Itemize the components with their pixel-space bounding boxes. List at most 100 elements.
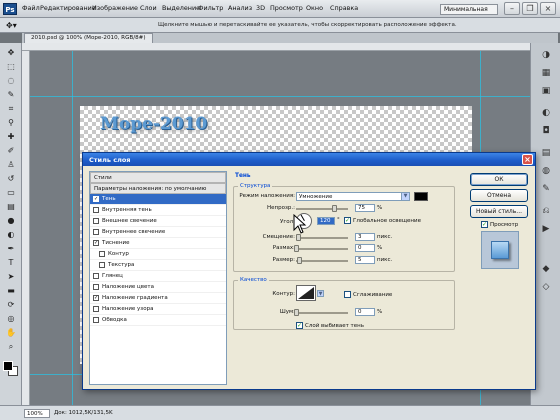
minimize-icon[interactable]: –	[504, 2, 520, 15]
shadow-color-swatch[interactable]	[414, 192, 428, 201]
history-panel-icon[interactable]: ⎌	[538, 205, 554, 218]
opacity-input[interactable]: 75	[355, 204, 375, 212]
offset-slider[interactable]	[296, 237, 348, 239]
style-checkbox[interactable]	[93, 317, 99, 323]
restore-icon[interactable]: ❐	[522, 2, 538, 15]
style-item[interactable]: Наложение узора	[90, 304, 226, 315]
angle-input[interactable]: 120	[317, 217, 335, 225]
lasso-tool-icon[interactable]: ◌	[4, 75, 18, 87]
actions-panel-icon[interactable]: ▶	[538, 223, 554, 236]
zoom-level-field[interactable]: 100%	[24, 409, 50, 418]
styles-header[interactable]: Стили	[90, 172, 226, 183]
style-item[interactable]: Обводка	[90, 315, 226, 326]
marquee-tool-icon[interactable]: ⬚	[4, 61, 18, 73]
menu-file[interactable]: Файл	[22, 4, 40, 12]
size-slider-thumb[interactable]	[297, 257, 302, 264]
style-checkbox[interactable]	[99, 262, 105, 268]
style-checkbox[interactable]	[93, 273, 99, 279]
style-item[interactable]: Внутреннее свечение	[90, 227, 226, 238]
menu-image[interactable]: Изображение	[92, 4, 138, 12]
style-checkbox[interactable]: ✓	[93, 295, 99, 301]
style-checkbox[interactable]	[93, 284, 99, 290]
style-checkbox[interactable]	[93, 207, 99, 213]
noise-slider[interactable]	[296, 312, 348, 314]
style-checkbox[interactable]	[99, 251, 105, 257]
channels-panel-icon[interactable]: ◍	[538, 165, 554, 178]
size-input[interactable]: 5	[355, 256, 375, 264]
workspace-switcher[interactable]: Минимальная	[440, 4, 498, 15]
ok-button[interactable]: ОК	[470, 173, 528, 186]
crop-tool-icon[interactable]: ⌗	[4, 103, 18, 115]
blending-options-item[interactable]: Параметры наложения: по умолчанию	[90, 183, 226, 194]
style-checkbox[interactable]	[93, 218, 99, 224]
style-item[interactable]: Наложение цвета	[90, 282, 226, 293]
healing-brush-tool-icon[interactable]: ✚	[4, 131, 18, 143]
menu-select[interactable]: Выделение	[162, 4, 200, 12]
brush-tool-icon[interactable]: ✐	[4, 145, 18, 157]
swatches-panel-icon[interactable]: ▦	[538, 67, 554, 80]
menu-layers[interactable]: Слои	[140, 4, 157, 12]
menu-3d[interactable]: 3D	[256, 4, 265, 12]
navigator-panel-icon[interactable]: ◇	[538, 281, 554, 294]
spread-slider-thumb[interactable]	[294, 245, 299, 252]
zoom-tool-icon[interactable]: ⌕	[4, 341, 18, 353]
noise-input[interactable]: 0	[355, 308, 375, 316]
dialog-close-icon[interactable]: ×	[522, 154, 533, 165]
offset-slider-thumb[interactable]	[296, 234, 301, 241]
move-tool-icon[interactable]: ✥	[4, 47, 18, 59]
dodge-tool-icon[interactable]: ◐	[4, 229, 18, 241]
menu-view[interactable]: Просмотр	[270, 4, 303, 12]
style-item[interactable]: Глянец	[90, 271, 226, 282]
style-item[interactable]: Внутренняя тень	[90, 205, 226, 216]
shape-tool-icon[interactable]: ▬	[4, 285, 18, 297]
paths-panel-icon[interactable]: ✎	[538, 183, 554, 196]
close-app-icon[interactable]: ×	[540, 2, 556, 15]
style-checkbox[interactable]: ✓	[93, 196, 99, 202]
noise-slider-thumb[interactable]	[294, 309, 299, 316]
style-checkbox[interactable]	[93, 229, 99, 235]
menu-filter[interactable]: Фильтр	[198, 4, 223, 12]
spread-input[interactable]: 0	[355, 244, 375, 252]
global-light-checkbox[interactable]: ✓	[344, 217, 351, 224]
style-item[interactable]: ✓ Тень	[90, 194, 226, 205]
opacity-slider[interactable]	[296, 208, 348, 210]
3d-panel-icon[interactable]: ◆	[538, 263, 554, 276]
contour-dropdown-icon[interactable]: ▼	[317, 290, 324, 297]
style-item[interactable]: Контур	[90, 249, 226, 260]
adjustments-panel-icon[interactable]: ◐	[538, 107, 554, 120]
quick-select-tool-icon[interactable]: ✎	[4, 89, 18, 101]
foreground-color-swatch[interactable]	[3, 361, 13, 371]
style-item[interactable]: Внешнее свечение	[90, 216, 226, 227]
style-checkbox[interactable]: ✓	[93, 240, 99, 246]
blur-tool-icon[interactable]: ●	[4, 215, 18, 227]
menu-analysis[interactable]: Анализ	[228, 4, 252, 12]
3d-orbit-tool-icon[interactable]: ◎	[4, 313, 18, 325]
move-tool-icon[interactable]: ✥▾	[6, 20, 26, 31]
dialog-titlebar[interactable]: Стиль слоя ×	[83, 153, 535, 166]
style-item[interactable]: ✓ Наложение градиента	[90, 293, 226, 304]
size-slider[interactable]	[296, 260, 348, 262]
path-select-tool-icon[interactable]: ➤	[4, 271, 18, 283]
preview-checkbox[interactable]: ✓	[481, 221, 488, 228]
menu-edit[interactable]: Редактирование	[40, 4, 96, 12]
antialias-checkbox[interactable]	[344, 291, 351, 298]
history-brush-tool-icon[interactable]: ↺	[4, 173, 18, 185]
menu-window[interactable]: Окно	[306, 4, 323, 12]
eraser-tool-icon[interactable]: ▭	[4, 187, 18, 199]
contour-picker[interactable]	[296, 285, 316, 301]
pen-tool-icon[interactable]: ✒	[4, 243, 18, 255]
blend-mode-select[interactable]: Умножение ▼	[296, 192, 410, 201]
cancel-button[interactable]: Отмена	[470, 189, 528, 202]
opacity-slider-thumb[interactable]	[331, 205, 337, 212]
clone-stamp-tool-icon[interactable]: ♙	[4, 159, 18, 171]
knockout-checkbox[interactable]: ✓	[296, 322, 303, 329]
style-item[interactable]: Текстура	[90, 260, 226, 271]
menu-help[interactable]: Справка	[330, 4, 358, 12]
spread-slider[interactable]	[296, 248, 348, 250]
document-tab[interactable]: 2010.psd @ 100% (Море-2010, RGB/8#)	[24, 33, 153, 43]
styles-panel-icon[interactable]: ▣	[538, 85, 554, 98]
hand-tool-icon[interactable]: ✋	[4, 327, 18, 339]
style-checkbox[interactable]	[93, 306, 99, 312]
color-panel-icon[interactable]: ◑	[538, 49, 554, 62]
3d-rotate-tool-icon[interactable]: ⟳	[4, 299, 18, 311]
